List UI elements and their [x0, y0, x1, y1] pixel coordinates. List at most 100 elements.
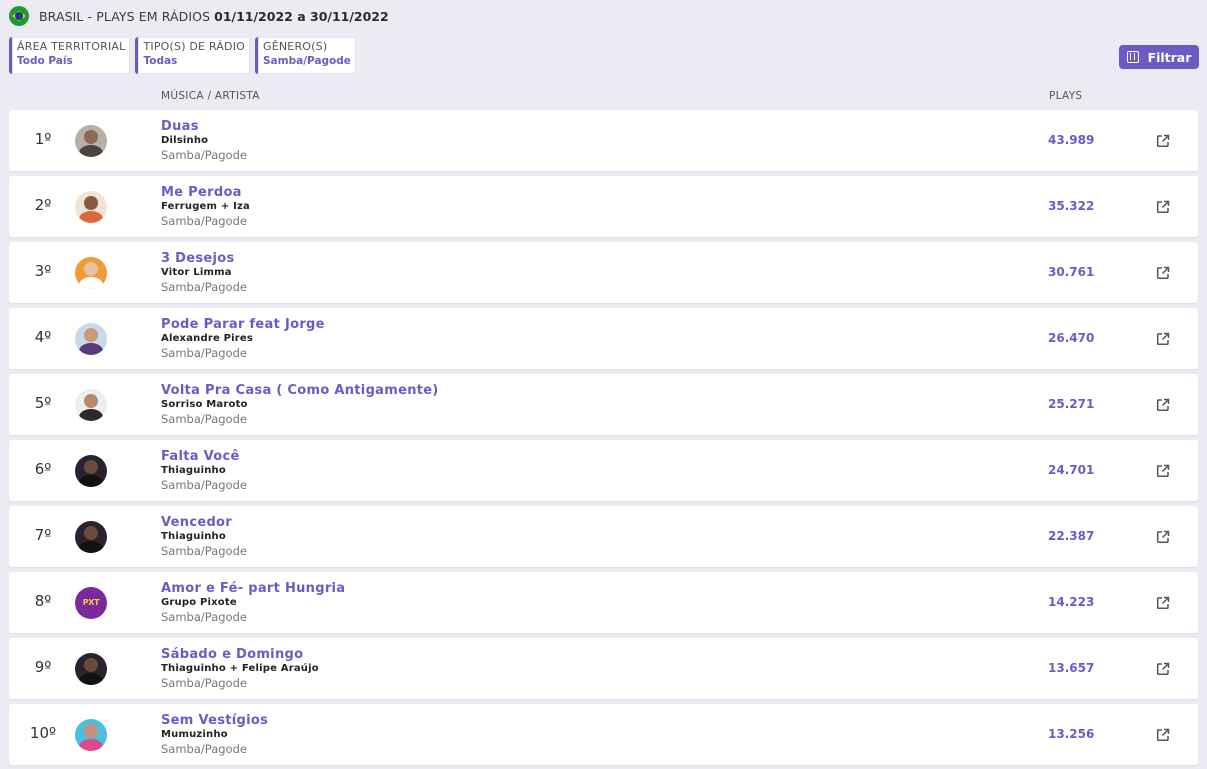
song-title-link[interactable]: Vencedor	[161, 515, 232, 530]
external-link-icon[interactable]	[1156, 398, 1170, 412]
date-range: 01/11/2022 a 30/11/2022	[214, 8, 389, 24]
column-header-music: MÚSICA / ARTISTA	[161, 90, 260, 102]
plays-count: 14.223	[1048, 595, 1095, 609]
plays-count: 24.701	[1048, 463, 1095, 477]
genre-label: Samba/Pagode	[161, 610, 247, 624]
avatar-badge-text: PXT	[82, 598, 100, 607]
filter-chip-radio-type[interactable]: TIPO(S) DE RÁDIO Todas	[135, 37, 250, 74]
filter-chip-label: GÊNERO(S)	[263, 40, 328, 53]
external-link-icon[interactable]	[1156, 596, 1170, 610]
song-title-link[interactable]: Volta Pra Casa ( Como Antigamente)	[161, 383, 439, 398]
avatar	[75, 389, 107, 421]
filter-chip-label: TIPO(S) DE RÁDIO	[143, 40, 245, 53]
external-link-icon[interactable]	[1156, 728, 1170, 742]
filter-chip-value: Samba/Pagode	[263, 55, 351, 67]
artist-name: Mumuzinho	[161, 729, 228, 740]
plays-count: 30.761	[1048, 265, 1095, 279]
genre-label: Samba/Pagode	[161, 742, 247, 756]
rank-number: 8º	[34, 592, 52, 610]
genre-label: Samba/Pagode	[161, 676, 247, 690]
artist-name: Sorriso Maroto	[161, 399, 248, 410]
rank-number: 5º	[34, 394, 52, 412]
avatar	[75, 257, 107, 289]
table-row: 4º Pode Parar feat Jorge Alexandre Pires…	[9, 308, 1198, 369]
column-header-plays: PLAYS	[1049, 90, 1083, 102]
artist-name: Vitor Limma	[161, 267, 232, 278]
avatar	[75, 455, 107, 487]
artist-name: Alexandre Pires	[161, 333, 254, 344]
song-title-link[interactable]: Duas	[161, 119, 199, 134]
avatar	[75, 719, 107, 751]
table-row: 2º Me Perdoa Ferrugem + Iza Samba/Pagode…	[9, 176, 1198, 237]
page-header: BRASIL - PLAYS EM RÁDIOS 01/11/2022 a 30…	[9, 6, 389, 26]
external-link-icon[interactable]	[1156, 266, 1170, 280]
artist-name: Ferrugem + Iza	[161, 201, 250, 212]
song-title-link[interactable]: Sábado e Domingo	[161, 647, 303, 662]
plays-count: 43.989	[1048, 133, 1095, 147]
genre-label: Samba/Pagode	[161, 346, 247, 360]
avatar	[75, 125, 107, 157]
rank-number: 10º	[29, 724, 57, 742]
filter-chip-territory[interactable]: ÁREA TERRITORIAL Todo País	[9, 37, 131, 74]
external-link-icon[interactable]	[1156, 662, 1170, 676]
external-link-icon[interactable]	[1156, 134, 1170, 148]
plays-count: 13.256	[1048, 727, 1095, 741]
song-title-link[interactable]: Falta Você	[161, 449, 240, 464]
artist-name: Dilsinho	[161, 135, 209, 146]
table-row: 7º Vencedor Thiaguinho Samba/Pagode 22.3…	[9, 506, 1198, 567]
avatar	[75, 521, 107, 553]
table-row: 1º Duas Dilsinho Samba/Pagode 43.989	[9, 110, 1198, 171]
table-row: 10º Sem Vestígios Mumuzinho Samba/Pagode…	[9, 704, 1198, 765]
rank-number: 9º	[34, 658, 52, 676]
external-link-icon[interactable]	[1156, 332, 1170, 346]
rank-number: 3º	[34, 262, 52, 280]
avatar	[75, 653, 107, 685]
filter-button[interactable]: Filtrar	[1119, 45, 1199, 69]
artist-name: Thiaguinho	[161, 531, 226, 542]
plays-count: 13.657	[1048, 661, 1095, 675]
filter-button-label: Filtrar	[1147, 49, 1192, 65]
rank-number: 2º	[34, 196, 52, 214]
external-link-icon[interactable]	[1156, 530, 1170, 544]
table-row: 9º Sábado e Domingo Thiaguinho + Felipe …	[9, 638, 1198, 699]
song-title-link[interactable]: Amor e Fé- part Hungria	[161, 581, 345, 596]
table-row: 5º Volta Pra Casa ( Como Antigamente) So…	[9, 374, 1198, 435]
plays-count: 22.387	[1048, 529, 1095, 543]
plays-count: 25.271	[1048, 397, 1095, 411]
avatar	[75, 323, 107, 355]
brazil-flag-icon	[9, 6, 29, 26]
filter-chips: ÁREA TERRITORIAL Todo País TIPO(S) DE RÁ…	[9, 37, 356, 74]
chart-list: 1º Duas Dilsinho Samba/Pagode 43.989 2º …	[9, 110, 1198, 769]
table-row: 3º 3 Desejos Vitor Limma Samba/Pagode 30…	[9, 242, 1198, 303]
filter-chip-label: ÁREA TERRITORIAL	[17, 40, 126, 53]
genre-label: Samba/Pagode	[161, 148, 247, 162]
genre-label: Samba/Pagode	[161, 280, 247, 294]
sliders-icon	[1126, 51, 1139, 63]
filter-chip-value: Todas	[143, 55, 178, 67]
song-title-link[interactable]: Sem Vestígios	[161, 713, 268, 728]
external-link-icon[interactable]	[1156, 464, 1170, 478]
artist-name: Grupo Pixote	[161, 597, 237, 608]
genre-label: Samba/Pagode	[161, 412, 247, 426]
page-title: BRASIL - PLAYS EM RÁDIOS	[39, 8, 211, 24]
song-title-link[interactable]: 3 Desejos	[161, 251, 235, 266]
avatar	[75, 191, 107, 223]
rank-number: 4º	[34, 328, 52, 346]
genre-label: Samba/Pagode	[161, 478, 247, 492]
avatar: PXT	[75, 587, 107, 619]
rank-number: 1º	[34, 130, 52, 148]
rank-number: 7º	[34, 526, 52, 544]
genre-label: Samba/Pagode	[161, 214, 247, 228]
plays-count: 35.322	[1048, 199, 1095, 213]
genre-label: Samba/Pagode	[161, 544, 247, 558]
song-title-link[interactable]: Me Perdoa	[161, 185, 242, 200]
plays-count: 26.470	[1048, 331, 1095, 345]
filter-chip-value: Todo País	[17, 55, 73, 67]
rank-number: 6º	[34, 460, 52, 478]
filter-chip-genre[interactable]: GÊNERO(S) Samba/Pagode	[255, 37, 356, 74]
table-row: 6º Falta Você Thiaguinho Samba/Pagode 24…	[9, 440, 1198, 501]
song-title-link[interactable]: Pode Parar feat Jorge	[161, 317, 325, 332]
table-row: 8º PXT Amor e Fé- part Hungria Grupo Pix…	[9, 572, 1198, 633]
external-link-icon[interactable]	[1156, 200, 1170, 214]
artist-name: Thiaguinho	[161, 465, 226, 476]
